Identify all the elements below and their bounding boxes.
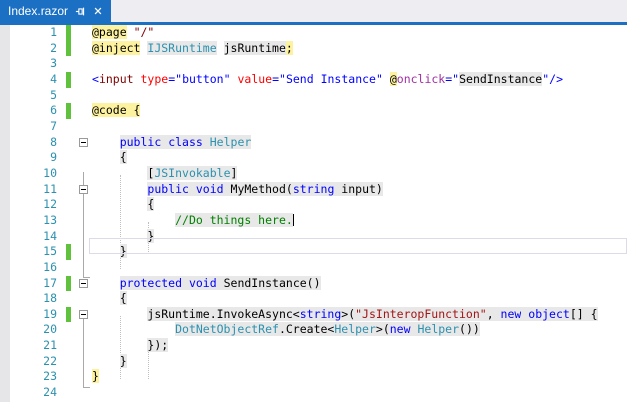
editor-line: 2 @inject IJSRuntime jsRuntime; — [0, 40, 627, 57]
editor-line: 1 @page "/" — [0, 25, 627, 41]
line-number: 7 — [50, 118, 57, 133]
code-text[interactable]: DotNetObjectRef.Create<Helper>(new Helpe… — [92, 322, 480, 338]
fold-collapse-button[interactable] — [79, 137, 88, 147]
change-tracking-bar — [66, 244, 71, 260]
editor-line: 8 public class Helper — [0, 134, 627, 151]
editor-line: 6 @code { — [0, 103, 627, 119]
code-text[interactable]: } — [92, 228, 155, 245]
change-tracking-bar — [66, 103, 71, 119]
line-number: 11 — [43, 181, 57, 196]
code-text[interactable]: //Do things here. — [92, 212, 294, 229]
line-number: 14 — [43, 228, 57, 243]
editor-line: 16 — [0, 260, 627, 276]
editor-line: 14 } — [0, 228, 627, 245]
editor-line: 11 public void MyMethod(string input) — [0, 181, 627, 198]
line-number: 4 — [50, 71, 57, 86]
editor-line: 20 DotNetObjectRef.Create<Helper>(new He… — [0, 322, 627, 338]
tab-index-razor[interactable]: Index.razor — [0, 0, 112, 22]
editor-line: 18 { — [0, 291, 627, 307]
pin-icon — [75, 7, 85, 15]
code-lines: 1 @page "/" 2 @inject IJSRuntime jsRuntime;… — [0, 25, 627, 401]
editor-line: 15 } — [0, 244, 627, 260]
line-number: 10 — [43, 165, 57, 180]
line-number: 23 — [43, 369, 57, 384]
code-text[interactable]: { — [92, 150, 127, 166]
code-text[interactable]: @page "/" — [92, 25, 154, 41]
close-icon — [94, 7, 102, 15]
editor-line: 13 //Do things here. — [0, 212, 627, 229]
editor-line: 23} — [0, 369, 627, 385]
line-number: 2 — [50, 40, 57, 55]
change-tracking-bar — [66, 306, 71, 323]
code-text[interactable]: } — [92, 244, 127, 260]
change-tracking-bar — [66, 71, 71, 88]
pin-button[interactable] — [75, 6, 86, 17]
line-number: 1 — [50, 25, 57, 39]
line-number: 20 — [43, 322, 57, 337]
vs-editor-window: Index.razor 1 @page "/" 2 @inject IJSRun… — [0, 0, 627, 402]
line-number: 18 — [43, 291, 57, 306]
code-text[interactable]: @code { — [92, 103, 141, 119]
editor-line: 3 — [0, 56, 627, 72]
line-number: 24 — [43, 385, 57, 400]
code-text[interactable]: jsRuntime.InvokeAsync<string>("JsInterop… — [92, 306, 598, 323]
code-text[interactable]: } — [92, 353, 127, 370]
editor-line: 21 }); — [0, 338, 627, 354]
editor-line: 12 { — [0, 197, 627, 213]
editor-line: 22 } — [0, 353, 627, 370]
change-tracking-bar — [66, 25, 71, 41]
line-number: 15 — [43, 244, 57, 259]
line-number: 19 — [43, 306, 57, 321]
line-number: 9 — [50, 150, 57, 165]
fold-collapse-button[interactable] — [79, 184, 88, 194]
code-text[interactable]: public class Helper — [92, 134, 252, 151]
editor-line: 4 <input type="button" value="Send Instan… — [0, 71, 627, 88]
code-text[interactable]: protected void SendInstance() — [92, 275, 321, 292]
change-tracking-bar — [66, 275, 71, 292]
line-number: 6 — [50, 103, 57, 118]
code-text[interactable]: @inject IJSRuntime jsRuntime; — [92, 40, 293, 57]
tab-strip: Index.razor — [0, 0, 627, 22]
editor-line: 17 protected void SendInstance() — [0, 275, 627, 292]
editor-line: 19 jsRuntime.InvokeAsync<string>("JsInte… — [0, 306, 627, 323]
editor-line: 5 — [0, 88, 627, 104]
fold-collapse-button[interactable] — [79, 309, 88, 319]
code-text[interactable]: <input type="button" value="Send Instanc… — [92, 71, 563, 88]
line-number: 12 — [43, 197, 57, 212]
fold-collapse-button[interactable] — [79, 278, 88, 288]
editor-line: 9 { — [0, 150, 627, 166]
line-number: 22 — [43, 353, 57, 368]
line-number: 3 — [50, 56, 57, 71]
code-text[interactable]: { — [92, 291, 127, 307]
line-number: 5 — [50, 87, 57, 102]
tab-title: Index.razor — [8, 4, 69, 18]
code-text[interactable]: public void MyMethod(string input) — [92, 181, 383, 198]
line-number: 21 — [43, 338, 57, 353]
editor-line: 7 — [0, 119, 627, 135]
code-text[interactable]: { — [92, 197, 155, 213]
change-tracking-bar — [66, 40, 71, 57]
code-text[interactable]: } — [92, 369, 99, 385]
line-number: 16 — [43, 259, 57, 274]
line-number: 8 — [50, 134, 57, 149]
line-number: 17 — [43, 275, 57, 290]
code-text[interactable]: [JSInvokable] — [92, 165, 238, 182]
text-caret — [292, 213, 294, 226]
line-number: 13 — [43, 212, 57, 227]
close-tab-button[interactable] — [93, 6, 103, 16]
editor-line: 24 — [0, 385, 627, 401]
code-editor-surface[interactable]: 1 @page "/" 2 @inject IJSRuntime jsRuntime;… — [0, 25, 627, 402]
code-text[interactable]: }); — [92, 338, 169, 354]
editor-line: 10 [JSInvokable] — [0, 165, 627, 182]
